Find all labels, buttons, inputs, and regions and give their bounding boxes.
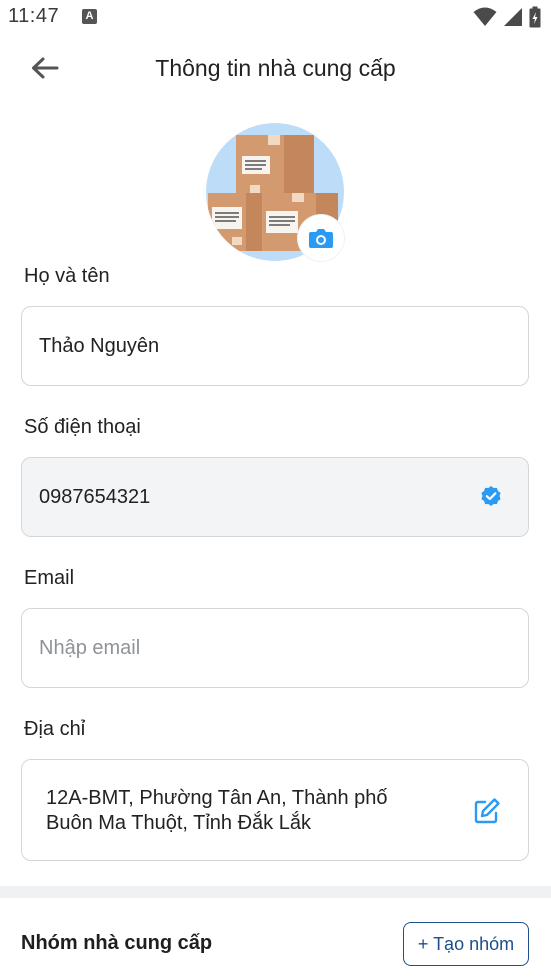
phone-input: [39, 458, 459, 536]
app-header: Thông tin nhà cung cấp: [0, 34, 551, 104]
phone-field: [21, 457, 529, 537]
email-input[interactable]: [39, 609, 459, 687]
change-avatar-button[interactable]: [298, 215, 344, 261]
edit-address-button[interactable]: [472, 796, 502, 826]
edit-icon: [474, 798, 500, 824]
email-field[interactable]: [21, 608, 529, 688]
address-field[interactable]: 12A-BMT, Phường Tân An, Thành phố Buôn M…: [21, 759, 529, 861]
full-name-label: Họ và tên: [24, 265, 110, 287]
camera-icon: [309, 229, 333, 248]
check-circle-icon: [481, 486, 501, 506]
wifi-icon: [473, 7, 497, 26]
signal-icon: [504, 8, 522, 26]
address-label: Địa chỉ: [24, 718, 86, 740]
address-value: 12A-BMT, Phường Tân An, Thành phố Buôn M…: [46, 787, 388, 834]
section-divider: [0, 886, 551, 898]
supplier-group-title: Nhóm nhà cung cấp: [21, 932, 213, 954]
battery-icon: [529, 6, 541, 28]
status-time: 11:47: [8, 5, 60, 27]
full-name-field[interactable]: [21, 306, 529, 386]
status-icons: [473, 6, 541, 28]
status-bar: 11:47 A: [0, 0, 551, 34]
create-group-button[interactable]: + Tạo nhóm: [403, 922, 529, 966]
full-name-input[interactable]: [39, 307, 459, 385]
phone-label: Số điện thoại: [24, 416, 141, 438]
notification-badge: A: [82, 9, 97, 24]
email-label: Email: [24, 567, 75, 589]
page-title: Thông tin nhà cung cấp: [155, 55, 396, 81]
